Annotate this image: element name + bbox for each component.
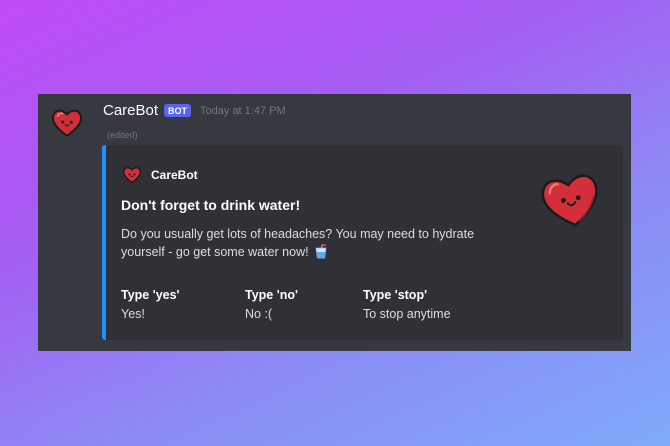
field-name: Type 'stop' [363, 288, 428, 302]
heart-face-icon[interactable] [50, 106, 84, 140]
field-name: Type 'yes' [121, 288, 180, 302]
embed-description-text: Do you usually get lots of headaches? Yo… [121, 227, 475, 259]
edited-label: (edited) [107, 130, 138, 140]
field-name: Type 'no' [245, 288, 298, 302]
message-header: CareBot BOT Today at 1:47 PM [103, 102, 286, 119]
discord-message: CareBot BOT Today at 1:47 PM (edited) Ca… [38, 94, 631, 351]
field-value: To stop anytime [363, 307, 451, 321]
bot-badge: BOT [164, 104, 192, 117]
embed-title: Don't forget to drink water! [121, 197, 301, 213]
field-value: Yes! [121, 307, 145, 321]
username[interactable]: CareBot [103, 102, 158, 119]
embed: CareBot Don't forget to drink water! Do … [102, 145, 623, 340]
embed-field-stop: Type 'stop' To stop anytime [363, 288, 451, 321]
cup-with-straw-icon [315, 244, 327, 259]
field-value: No :( [245, 307, 273, 321]
embed-field-yes: Type 'yes' Yes! [121, 288, 180, 321]
heart-face-icon[interactable] [538, 169, 604, 231]
embed-author: CareBot [122, 165, 198, 185]
heart-face-icon [123, 167, 141, 184]
timestamp[interactable]: Today at 1:47 PM [200, 105, 286, 117]
embed-author-name: CareBot [151, 168, 198, 182]
embed-description: Do you usually get lots of headaches? Yo… [121, 225, 513, 261]
embed-field-no: Type 'no' No :( [245, 288, 298, 321]
